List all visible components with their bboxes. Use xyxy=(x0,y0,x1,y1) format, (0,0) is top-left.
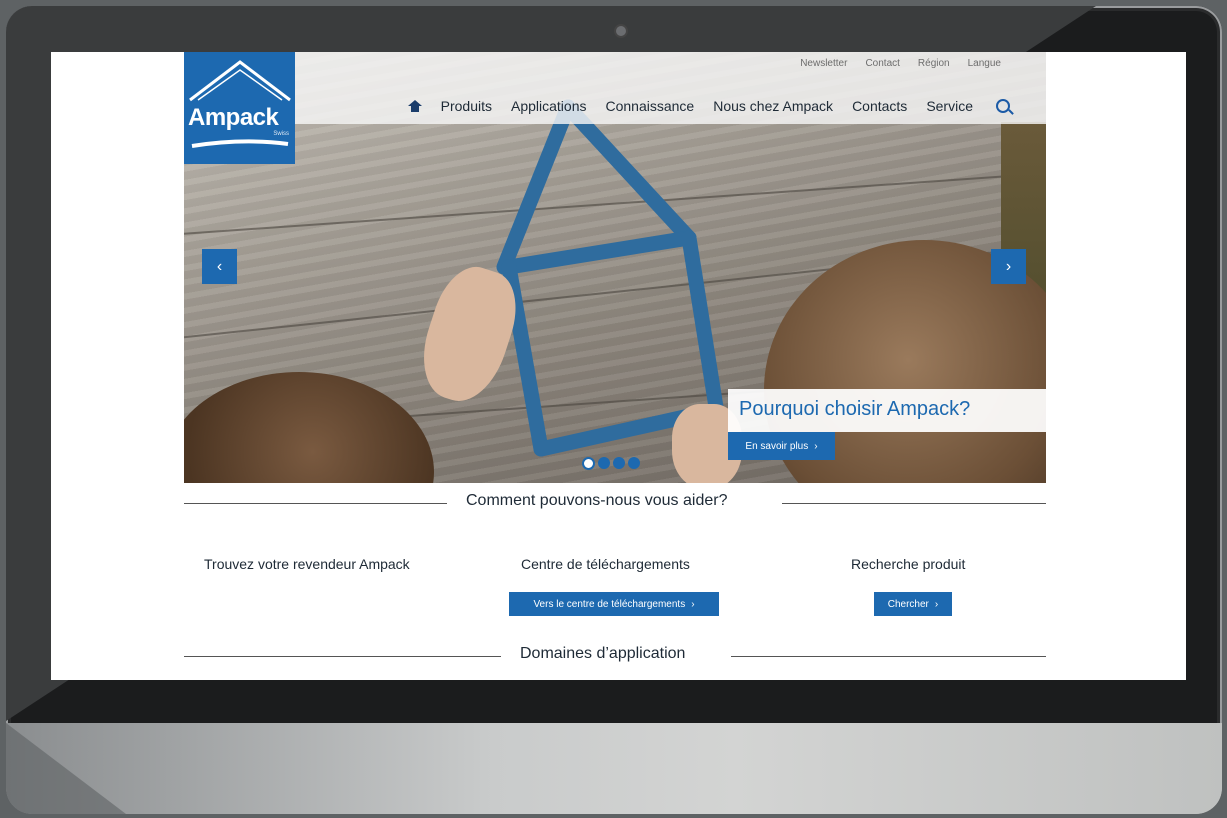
carousel-dot[interactable] xyxy=(613,457,625,469)
nav-item-applications[interactable]: Applications xyxy=(511,98,587,114)
product-search-button-label: Chercher xyxy=(887,598,929,610)
webcam-icon xyxy=(616,26,626,36)
downloads-button[interactable]: Vers le centre de téléchargements › xyxy=(509,592,719,616)
domains-section-title: Domaines d’application xyxy=(520,645,686,662)
help-section-title: Comment pouvons-nous vous aider? xyxy=(466,492,728,509)
hero-caption: Pourquoi choisir Ampack? xyxy=(728,389,1046,432)
nav-item-nous-chez-ampack[interactable]: Nous chez Ampack xyxy=(713,98,833,114)
utility-link-language[interactable]: Langue xyxy=(968,58,1001,69)
main-nav: Produits Applications Connaissance Nous … xyxy=(407,98,1010,114)
screen: Newsletter Contact Région Langue Produit… xyxy=(51,52,1186,680)
domains-section-header: Domaines d’application xyxy=(184,645,1046,667)
help-section-header: Comment pouvons-nous vous aider? xyxy=(184,492,1046,514)
monitor-chin xyxy=(6,723,1222,814)
chevron-right-icon: › xyxy=(814,440,818,452)
help-col-downloads-title: Centre de téléchargements xyxy=(521,556,690,572)
nav-item-produits[interactable]: Produits xyxy=(441,98,492,114)
downloads-button-label: Vers le centre de téléchargements xyxy=(533,598,686,610)
home-icon[interactable] xyxy=(407,100,422,112)
carousel-dot[interactable] xyxy=(582,457,595,470)
utility-link-region[interactable]: Région xyxy=(918,58,950,69)
carousel-indicators xyxy=(582,457,640,470)
carousel-prev-button[interactable]: ‹ xyxy=(202,249,237,284)
website: Newsletter Contact Région Langue Produit… xyxy=(184,52,1046,680)
chevron-right-icon: › xyxy=(934,598,939,610)
carousel-dot[interactable] xyxy=(628,457,640,469)
utility-link-contact[interactable]: Contact xyxy=(865,58,899,69)
chevron-left-icon: ‹ xyxy=(216,257,223,275)
utility-link-newsletter[interactable]: Newsletter xyxy=(800,58,847,69)
ampack-logo[interactable]: Ampack Swiss xyxy=(184,52,295,164)
nav-item-service[interactable]: Service xyxy=(926,98,973,114)
nav-item-connaissance[interactable]: Connaissance xyxy=(605,98,694,114)
hero-caption-title: Pourquoi choisir Ampack? xyxy=(739,398,971,420)
logo-wordmark: Ampack xyxy=(188,104,279,131)
chevron-right-icon: › xyxy=(691,598,695,610)
help-col-search-title: Recherche produit xyxy=(851,556,966,572)
hero-cta-label: En savoir plus xyxy=(745,440,809,452)
search-icon[interactable] xyxy=(996,99,1010,113)
nav-item-contacts[interactable]: Contacts xyxy=(852,98,907,114)
carousel-next-button[interactable]: › xyxy=(991,249,1026,284)
help-col-dealer-title[interactable]: Trouvez votre revendeur Ampack xyxy=(204,556,410,572)
logo-subtext: Swiss xyxy=(273,131,289,137)
carousel-dot[interactable] xyxy=(598,457,610,469)
product-search-button[interactable]: Chercher › xyxy=(874,592,952,616)
utility-nav: Newsletter Contact Région Langue xyxy=(800,58,1001,69)
hero-cta-button[interactable]: En savoir plus › xyxy=(728,432,835,460)
chevron-right-icon: › xyxy=(1005,257,1012,275)
site-header: Newsletter Contact Région Langue Produit… xyxy=(184,52,1046,124)
hero-carousel: Newsletter Contact Région Langue Produit… xyxy=(184,52,1046,483)
